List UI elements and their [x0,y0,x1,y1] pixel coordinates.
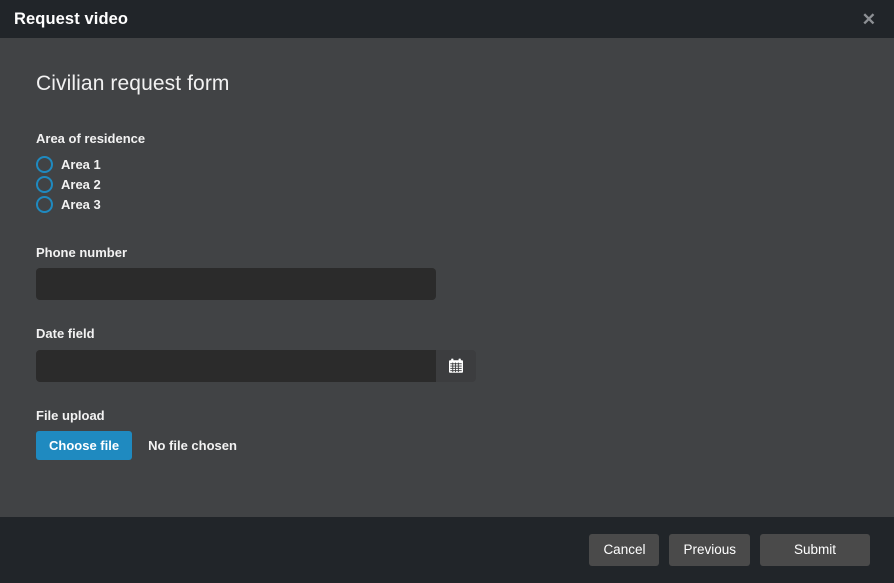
calendar-icon [448,358,464,374]
modal-header: Request video ✕ [0,0,894,38]
radio-option-area-3[interactable]: Area 3 [36,195,101,215]
modal-body: Civilian request form Area of residence … [0,38,894,517]
form-title: Civilian request form [36,72,230,95]
calendar-picker-button[interactable] [436,349,476,382]
field-date: Date field [36,326,858,382]
date-input-group [36,349,476,382]
date-input[interactable] [36,349,436,382]
submit-button[interactable]: Submit [760,534,870,566]
radio-circle-icon[interactable] [36,196,53,214]
phone-number-label: Phone number [36,244,128,260]
modal-title: Request video [14,9,129,28]
radio-circle-icon[interactable] [36,176,53,194]
field-area-of-residence: Area of residence Area 1 Area 2 Area 3 [36,131,858,215]
area-of-residence-label: Area of residence [36,131,146,147]
modal-footer: Cancel Previous Submit [0,517,894,583]
radio-label-area-1: Area 1 [61,157,101,173]
file-upload-label: File upload [36,407,105,423]
radio-option-area-2[interactable]: Area 2 [36,175,101,195]
phone-number-input[interactable] [36,268,436,301]
file-upload-status: No file chosen [148,438,237,454]
date-field-label: Date field [36,326,95,342]
field-phone-number: Phone number [36,245,858,301]
previous-button[interactable]: Previous [669,534,750,566]
radio-label-area-2: Area 2 [61,177,101,193]
area-of-residence-radio-list: Area 1 Area 2 Area 3 [36,155,858,215]
radio-circle-icon[interactable] [36,156,53,174]
field-file-upload: File upload Choose file No file chosen [36,408,858,461]
file-upload-row: Choose file No file chosen [36,431,858,461]
close-icon[interactable]: ✕ [858,9,880,30]
request-video-modal: Request video ✕ Civilian request form Ar… [0,0,894,583]
cancel-button[interactable]: Cancel [589,534,660,566]
choose-file-button[interactable]: Choose file [36,431,133,461]
radio-label-area-3: Area 3 [61,197,101,213]
radio-option-area-1[interactable]: Area 1 [36,155,101,175]
